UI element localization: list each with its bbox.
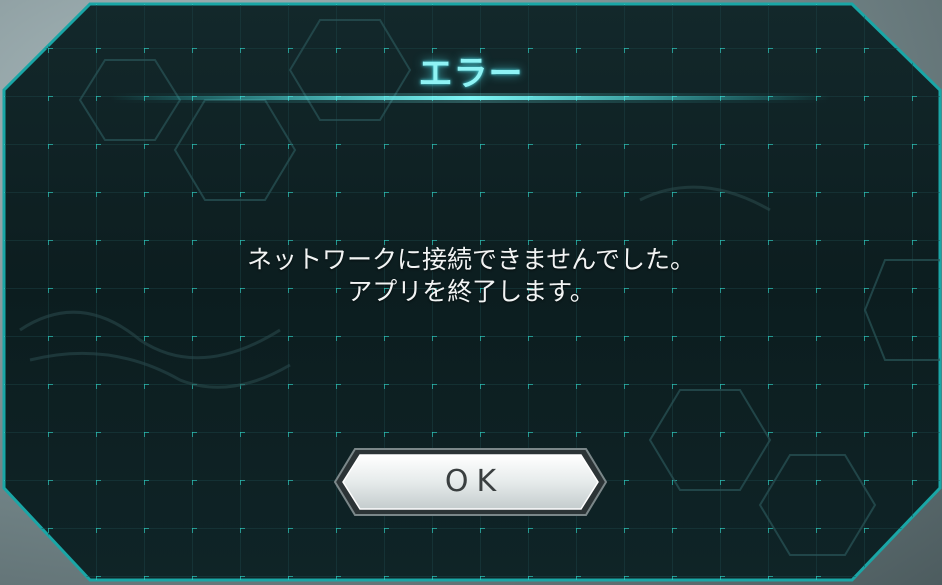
error-message-line-1: ネットワークに接続できませんでした。 [246, 245, 695, 274]
ok-button-label: OK [444, 464, 505, 499]
error-message-line-2: アプリを終了します。 [347, 277, 595, 306]
error-message: ネットワークに接続できませんでした。 アプリを終了します。 [0, 244, 942, 308]
ok-button[interactable]: OK [333, 447, 608, 517]
dialog-title: エラー [418, 54, 524, 94]
